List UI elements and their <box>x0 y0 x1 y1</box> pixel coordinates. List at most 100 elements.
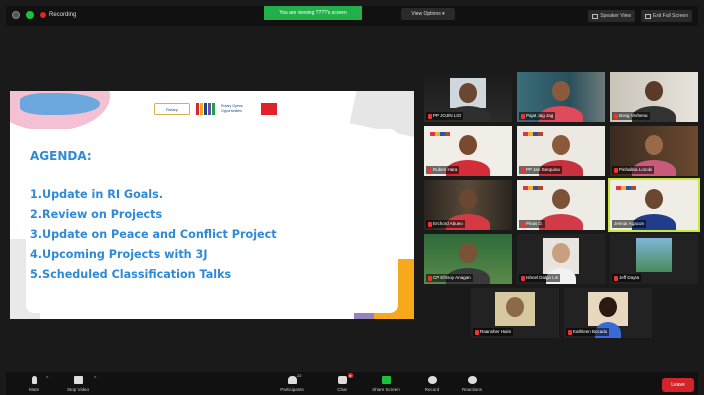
participant-name: Jennar Agacon <box>612 220 647 228</box>
speaker-view-label: Speaker View <box>600 13 631 19</box>
participants-button[interactable]: 22 Participants <box>272 373 312 394</box>
participant-name: Raansher Haim <box>473 328 514 336</box>
muted-mic-icon <box>568 329 572 335</box>
participant-name: PP Jan Serquina <box>519 166 562 174</box>
participant-tile[interactable]: Pinhallna Lonobi <box>610 126 698 176</box>
rotary-opportunities-logo-mark <box>196 103 215 115</box>
agenda-item: 5.Scheduled Classification Talks <box>30 268 232 281</box>
muted-mic-icon <box>521 113 525 119</box>
rotary-opportunities-logo-text: Rotary Opens Opportunities <box>221 104 243 113</box>
info-icon[interactable] <box>12 11 20 19</box>
agenda-item: 4.Upcoming Projects with 3J <box>30 248 208 261</box>
participant-tile[interactable]: Ruben Hara <box>424 126 512 176</box>
muted-mic-icon <box>475 329 479 335</box>
speaker-view-button[interactable]: Speaker View <box>588 10 635 22</box>
participant-avatar <box>459 189 477 209</box>
recording-label: Recording <box>49 12 77 18</box>
participant-name: Pajat Jag Jag <box>519 112 556 120</box>
participant-avatar <box>459 243 477 263</box>
agenda-item: 1.Update in RI Goals. <box>30 188 164 201</box>
muted-mic-icon <box>428 167 432 173</box>
participant-name: Ishnel Dalgo Lin <box>519 274 561 282</box>
participant-name: Pinhallna Lonobi <box>612 166 655 174</box>
participants-icon: 22 <box>287 373 302 384</box>
participant-tile[interactable]: Ishnel Dalgo Lin <box>517 234 605 284</box>
reactions-label: Reactions <box>461 387 482 392</box>
chevron-down-icon: ▾ <box>442 11 445 17</box>
muted-mic-icon <box>428 113 432 119</box>
rotary-opportunities-banner <box>616 186 636 190</box>
participant-tile[interactable]: Raansher Haim <box>471 288 559 338</box>
record-label: Record <box>424 387 440 392</box>
speaker-view-icon <box>592 13 599 19</box>
agenda-item: 3.Update on Peace and Conflict Project <box>30 228 277 241</box>
video-camera-icon <box>73 376 83 384</box>
participant-tile[interactable]: Erchord Abueo <box>424 180 512 230</box>
participant-tile[interactable]: CP Efrisoy Anagan <box>424 234 512 284</box>
participant-name: CP Efrisoy Anagan <box>426 274 473 282</box>
participant-avatar <box>552 189 570 209</box>
muted-mic-icon <box>614 275 618 281</box>
top-right-controls: Speaker View Exit Full Screen <box>588 10 692 22</box>
participant-tile[interactable]: Jeff Dayta <box>610 234 698 284</box>
participant-name: Bong Verbena <box>612 112 650 120</box>
security-shield-icon[interactable] <box>26 11 34 19</box>
leave-button[interactable]: Leave <box>662 378 694 392</box>
top-bar: Recording You are viewing ????'s screen … <box>6 6 698 26</box>
chat-label: Chat <box>337 387 347 392</box>
meeting-toolbar: Mute ^ Stop Video ^ 22 Participants ● Ch… <box>6 372 698 395</box>
participant-tile[interactable]: Pinas D. <box>517 180 605 230</box>
club-logo <box>261 103 277 115</box>
participant-tile[interactable]: Pajat Jag Jag <box>517 72 605 122</box>
participant-avatar <box>599 297 617 317</box>
participant-tile-active-speaker[interactable]: Jennar Agacon <box>608 178 700 232</box>
exit-full-screen-icon <box>644 13 651 19</box>
audio-options-chevron-icon[interactable]: ^ <box>46 376 48 382</box>
share-screen-button[interactable]: Share Screen <box>366 374 406 394</box>
agenda-title: AGENDA: <box>30 149 92 163</box>
recording-dot-icon <box>40 12 46 18</box>
muted-mic-icon <box>614 113 618 119</box>
video-options-chevron-icon[interactable]: ^ <box>94 376 96 382</box>
chat-icon: ● <box>337 373 353 384</box>
participant-name: Pinas D. <box>519 220 546 228</box>
participant-name: Ruben Hara <box>426 166 460 174</box>
stop-video-button[interactable]: Stop Video <box>58 374 98 394</box>
slide-logos: Rotary Rotary Opens Opportunities <box>154 103 277 115</box>
screen-share-banner: You are viewing ????'s screen <box>264 6 362 20</box>
reactions-icon <box>467 376 477 384</box>
share-screen-label: Share Screen <box>372 387 400 392</box>
muted-mic-icon <box>521 275 525 281</box>
participant-name: Kathleen Bocadu <box>566 328 610 336</box>
rotary-opportunities-banner <box>430 132 450 136</box>
muted-mic-icon <box>428 275 432 281</box>
recording-indicator[interactable]: Recording <box>40 12 76 18</box>
participant-tile[interactable]: Bong Verbena <box>610 72 698 122</box>
rotary-opportunities-banner <box>523 132 543 136</box>
participants-count: 22 <box>297 373 302 378</box>
record-button[interactable]: Record <box>412 374 452 394</box>
participant-avatar <box>645 81 663 101</box>
participant-tile[interactable]: PP Jan Serquina <box>517 126 605 176</box>
top-left-status: Recording <box>12 11 76 19</box>
participant-tile[interactable]: PP JOJIN LIO <box>424 72 512 122</box>
exit-full-screen-label: Exit Full Screen <box>652 13 688 19</box>
share-screen-icon <box>381 376 391 384</box>
agenda-list: 1.Update in RI Goals. 2.Review on Projec… <box>30 185 277 285</box>
participant-name: PP JOJIN LIO <box>426 112 464 120</box>
chat-unread-badge: ● <box>348 373 353 378</box>
participant-avatar <box>552 81 570 101</box>
agenda-item: 2.Review on Projects <box>30 208 163 221</box>
slide-decoration <box>20 93 100 115</box>
view-options-button[interactable]: View Options ▾ <box>401 8 455 20</box>
participant-name: Jeff Dayta <box>612 274 642 282</box>
muted-mic-icon <box>428 221 432 227</box>
view-options-label: View Options <box>411 11 441 17</box>
participant-tile[interactable]: Kathleen Bocadu <box>564 288 652 338</box>
participants-label: Participants <box>280 387 304 392</box>
participant-avatar <box>645 189 663 209</box>
muted-mic-icon <box>521 167 525 173</box>
reactions-button[interactable]: Reactions <box>452 374 492 394</box>
exit-full-screen-button[interactable]: Exit Full Screen <box>640 10 692 22</box>
chat-button[interactable]: ● Chat <box>322 373 362 394</box>
